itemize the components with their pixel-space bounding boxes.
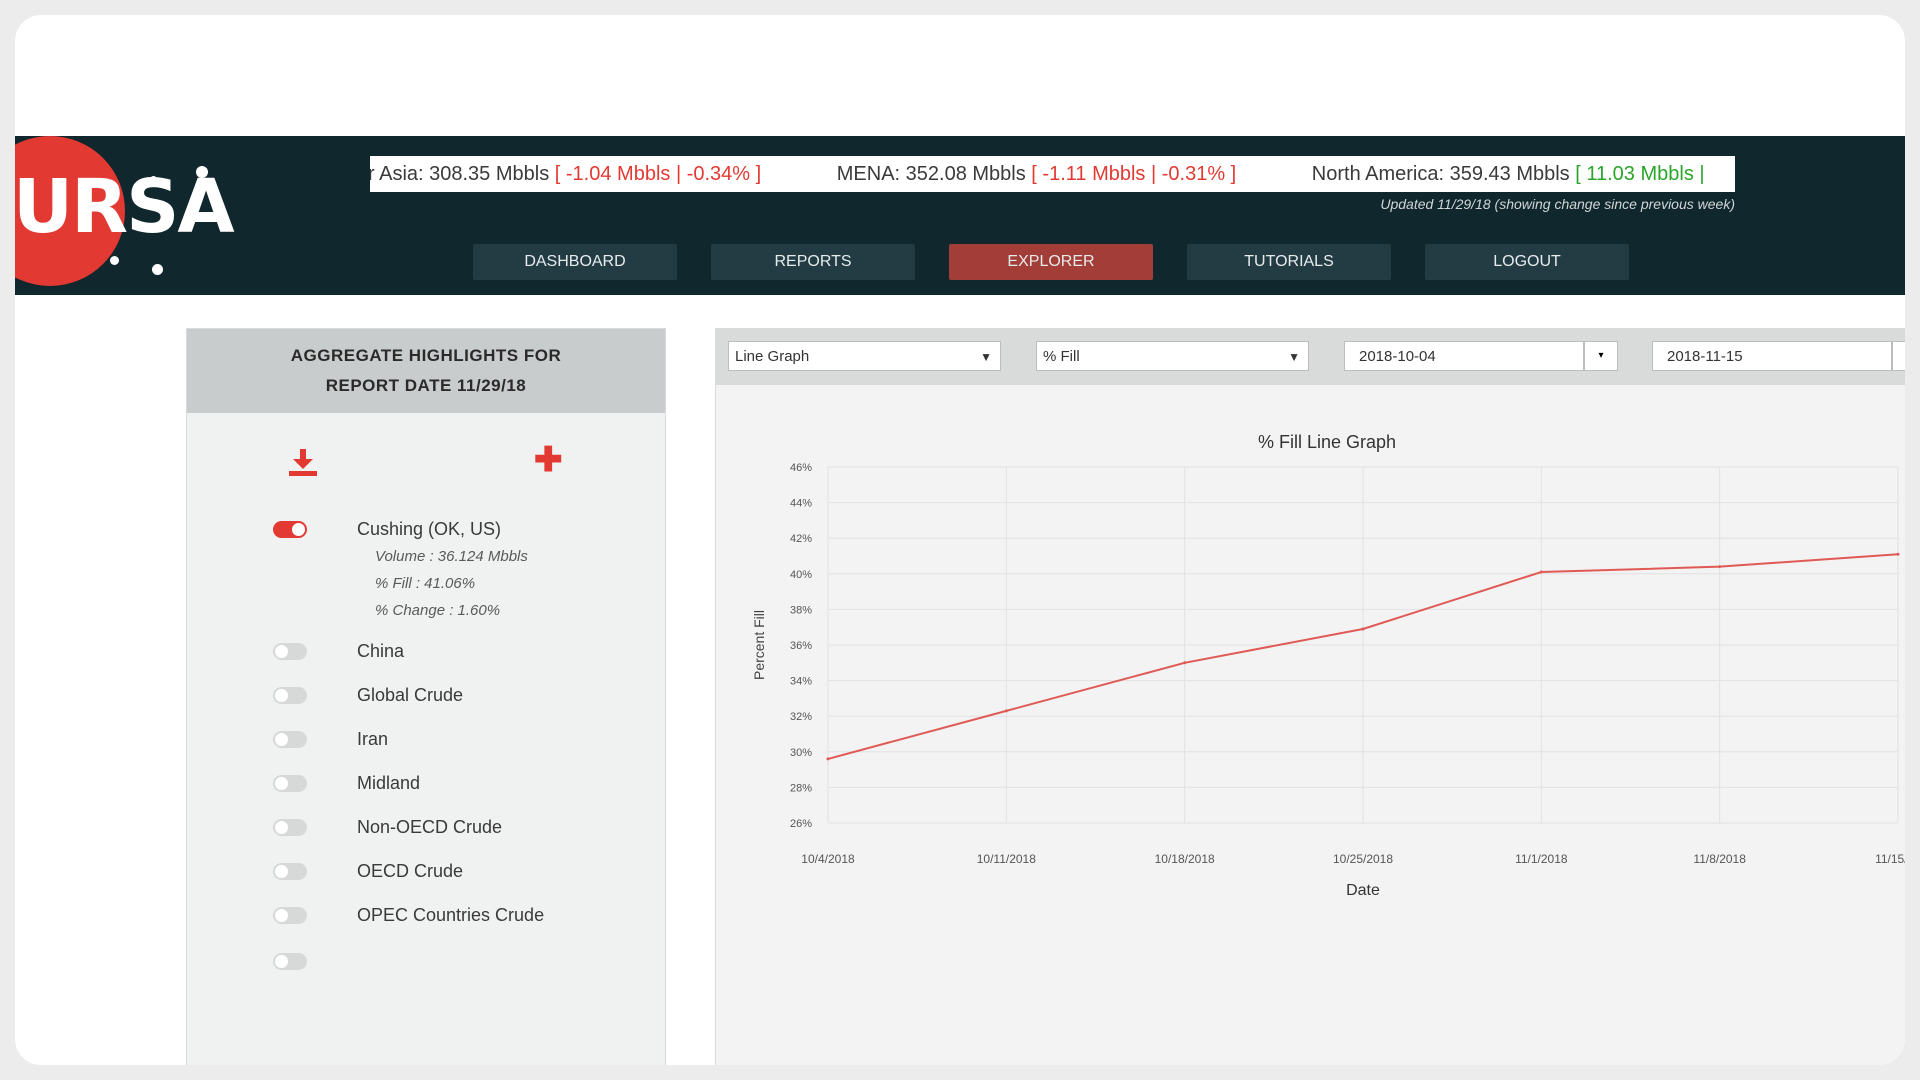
- x-tick-label: 10/18/2018: [1155, 852, 1215, 866]
- list-item-label: Iran: [357, 729, 389, 749]
- logo-dot: [196, 166, 208, 178]
- nav-reports[interactable]: REPORTS: [711, 244, 915, 280]
- toggle-switch[interactable]: [273, 731, 307, 748]
- list-item-label: Midland: [357, 773, 421, 793]
- y-tick-label: 32%: [790, 711, 812, 723]
- data-point: [826, 757, 830, 761]
- x-axis-label: Date: [1346, 882, 1380, 899]
- download-icon[interactable]: [287, 447, 319, 482]
- y-tick-label: 42%: [790, 533, 812, 545]
- x-tick-label: 10/11/2018: [977, 852, 1036, 866]
- list-item-label: OECD Crude: [357, 861, 464, 881]
- data-point: [1718, 565, 1722, 569]
- x-tick-label: 11/1/2018: [1515, 852, 1568, 866]
- line-chart: 46% 44% 42% 40% 38% 36% 34% 32% 30% 28% 26% 10/4/20…: [751, 462, 1905, 899]
- data-point: [1004, 709, 1008, 713]
- toggle-switch[interactable]: [273, 521, 307, 538]
- metric-select[interactable]: % Fill ▼: [1036, 341, 1309, 371]
- toggle-switch[interactable]: [273, 687, 307, 704]
- end-date-input[interactable]: 2018-11-15: [1652, 341, 1892, 371]
- data-point: [1183, 661, 1187, 665]
- toggle-switch[interactable]: [273, 953, 307, 970]
- chevron-down-icon: ▼: [980, 350, 992, 364]
- screenshot-frame: URSA r Asia: 308.35 Mbbls [ -1.04 Mbbls …: [15, 15, 1905, 1065]
- x-tick-label: 10/4/2018: [801, 852, 855, 866]
- list-item-label: Global Crude: [357, 685, 464, 705]
- main-nav: DASHBOARD REPORTS EXPLORER TUTORIALS LOG…: [473, 244, 1629, 280]
- y-tick-label: 46%: [790, 462, 812, 474]
- ticker-bar: r Asia: 308.35 Mbbls [ -1.04 Mbbls | -0.…: [370, 156, 1735, 192]
- start-date-input[interactable]: 2018-10-04: [1344, 341, 1584, 371]
- list-item[interactable]: Global Crude: [273, 685, 463, 705]
- list-item[interactable]: OECD Crude: [273, 861, 463, 881]
- x-tick-label: 10/25/2018: [1333, 852, 1393, 866]
- list-item[interactable]: Non-OECD Crude: [273, 817, 502, 837]
- x-tick-label: 11/8/2018: [1693, 852, 1746, 866]
- ticker-item: North America: 359.43 Mbbls [ 11.03 Mbbl…: [1311, 163, 1705, 185]
- panel-title: AGGREGATE HIGHLIGHTS FOR REPORT DATE 11/…: [187, 329, 665, 413]
- add-icon[interactable]: ✚: [534, 443, 563, 477]
- ticker-item: r Asia: 308.35 Mbbls [ -1.04 Mbbls | -0.…: [370, 163, 762, 185]
- y-tick-label: 38%: [790, 604, 812, 616]
- toggle-switch[interactable]: [273, 775, 307, 792]
- y-tick-label: 28%: [790, 782, 812, 794]
- panel-title-line2: REPORT DATE 11/29/18: [325, 376, 527, 395]
- ticker-item: MENA: 352.08 Mbbls [ -1.11 Mbbls | -0.31…: [836, 163, 1237, 185]
- date-dropdown-button[interactable]: ▾: [1892, 341, 1905, 371]
- y-axis-label: Percent Fill: [751, 610, 767, 680]
- list-item[interactable]: Midland: [273, 773, 420, 793]
- list-item-label: Non-OECD Crude: [357, 817, 503, 837]
- y-tick-label: 40%: [790, 569, 812, 581]
- toggle-switch[interactable]: [273, 863, 307, 880]
- nav-dashboard[interactable]: DASHBOARD: [473, 244, 677, 280]
- y-tick-label: 34%: [790, 676, 812, 688]
- app-header: URSA r Asia: 308.35 Mbbls [ -1.04 Mbbls …: [15, 136, 1905, 295]
- nav-logout[interactable]: LOGOUT: [1425, 244, 1629, 280]
- detail-fill: % Fill : 41.06%: [375, 575, 476, 592]
- list-item-label: OPEC Countries Crude: [357, 905, 545, 925]
- graph-type-select[interactable]: Line Graph ▼: [728, 341, 1001, 371]
- toggle-switch[interactable]: [273, 643, 307, 660]
- chevron-down-icon: ▼: [1288, 350, 1300, 364]
- panel-title-line1: AGGREGATE HIGHLIGHTS FOR: [290, 346, 562, 365]
- list-item[interactable]: [273, 951, 307, 970]
- detail-change: % Change : 1.60%: [375, 602, 501, 619]
- y-tick-label: 44%: [790, 498, 812, 510]
- detail-volume: Volume : 36.124 Mbbls: [375, 548, 528, 565]
- logo-dot: [110, 256, 119, 265]
- nav-explorer[interactable]: EXPLORER: [949, 244, 1153, 280]
- y-tick-label: 36%: [790, 640, 812, 652]
- date-dropdown-button[interactable]: ▾: [1584, 341, 1618, 371]
- chart-panel: Line Graph ▼ % Fill ▼ 2018-10-04 ▾ 2018-11…: [715, 328, 1905, 1065]
- data-point: [1361, 627, 1365, 631]
- list-item-label: Cushing (OK, US): [357, 519, 502, 539]
- logo-dot: [152, 264, 163, 275]
- logo-dot: [150, 176, 157, 183]
- list-item-label: China: [357, 641, 405, 661]
- highlights-panel: AGGREGATE HIGHLIGHTS FOR REPORT DATE 11/…: [186, 328, 666, 1065]
- list-item[interactable]: China: [273, 641, 404, 661]
- toggle-switch[interactable]: [273, 819, 307, 836]
- ticker-updated-note: Updated 11/29/18 (showing change since p…: [1380, 196, 1735, 212]
- y-tick-label: 26%: [790, 818, 812, 830]
- chart-controls: Line Graph ▼ % Fill ▼ 2018-10-04 ▾ 2018-11…: [716, 329, 1905, 385]
- list-item[interactable]: OPEC Countries Crude: [273, 905, 544, 925]
- data-point: [1896, 552, 1900, 556]
- y-tick-label: 30%: [790, 747, 812, 759]
- toggle-switch[interactable]: [273, 907, 307, 924]
- data-point: [1539, 570, 1543, 574]
- list-item[interactable]: Iran: [273, 729, 388, 749]
- list-item-selected[interactable]: Cushing (OK, US) Volume : 36.124 Mbbls %…: [273, 519, 528, 624]
- nav-tutorials[interactable]: TUTORIALS: [1187, 244, 1391, 280]
- x-tick-label: 11/15/20: [1875, 852, 1905, 866]
